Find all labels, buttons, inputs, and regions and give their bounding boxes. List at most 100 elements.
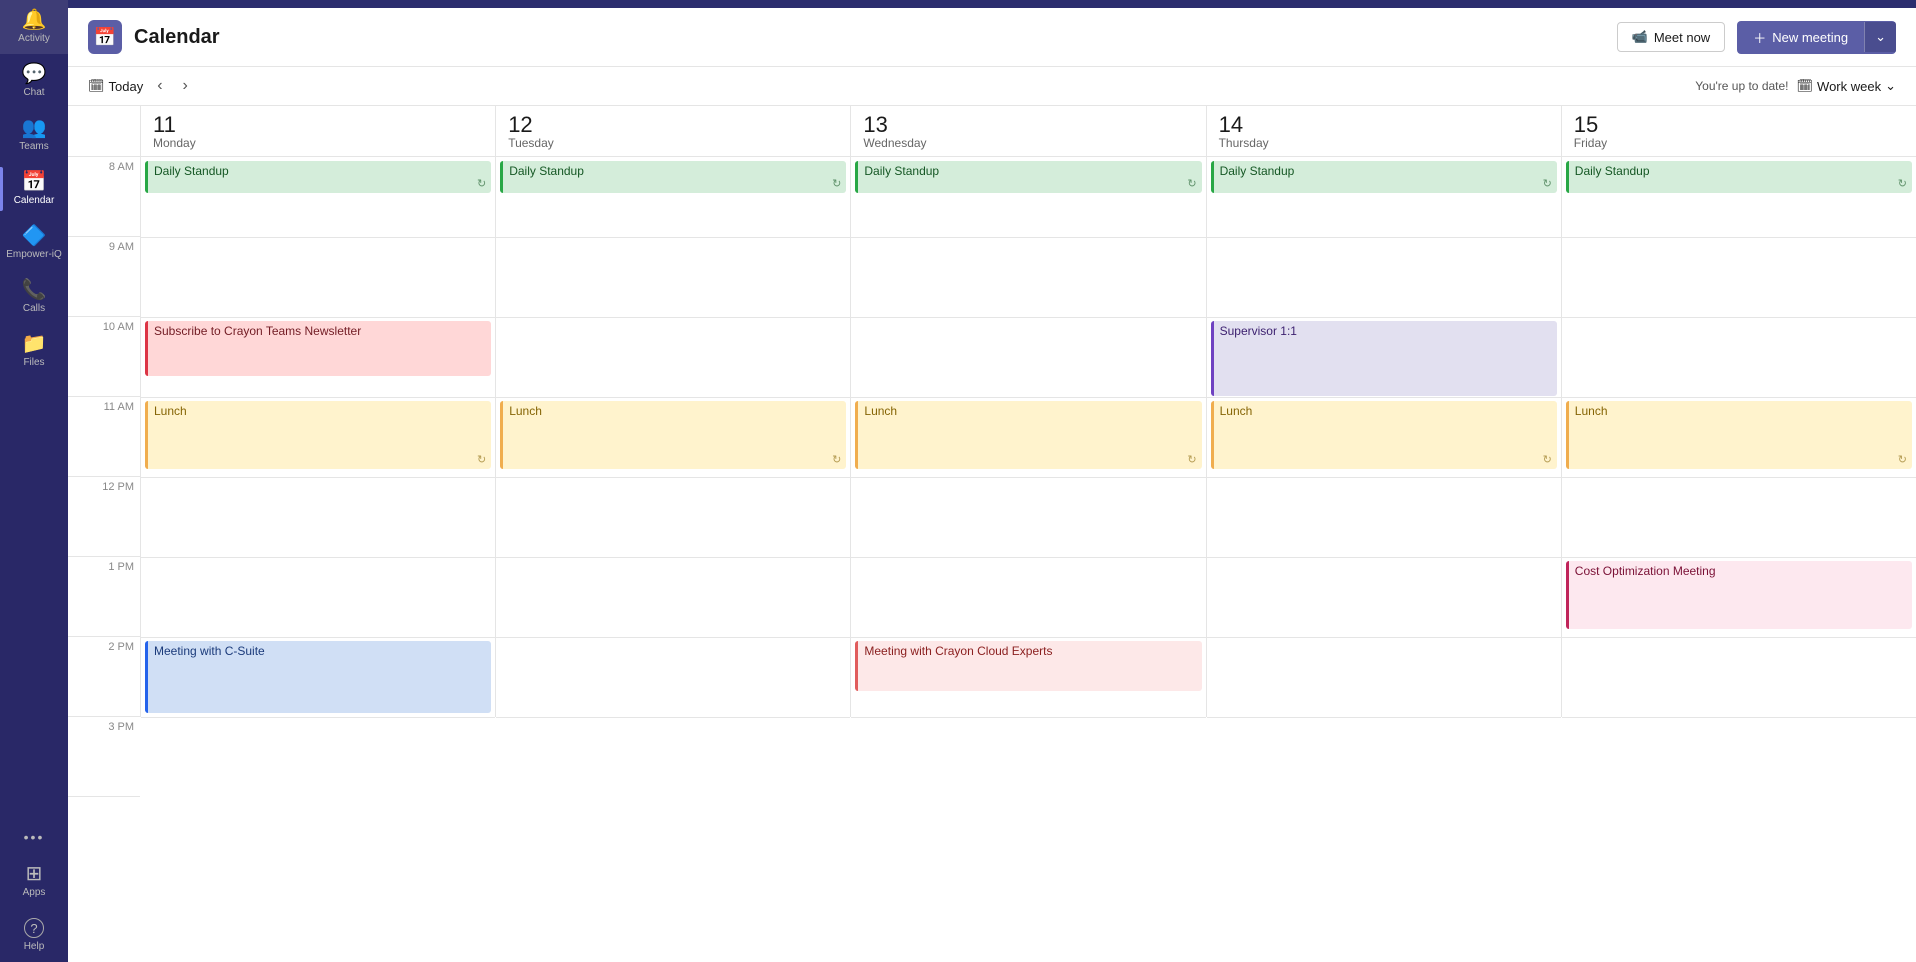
event-lunch-tue[interactable]: Lunch ↻ <box>500 401 846 469</box>
meet-now-button[interactable]: 📹 Meet now <box>1617 22 1726 52</box>
sidebar-item-label: Help <box>24 941 45 952</box>
chat-icon: 💬 <box>22 64 47 84</box>
event-title: Daily Standup <box>1575 164 1650 178</box>
day-header-wed: 13 Wednesday <box>850 106 1205 156</box>
new-meeting-button[interactable]: ＋ New meeting ⌄ <box>1737 21 1896 54</box>
event-title: Cost Optimization Meeting <box>1575 564 1716 578</box>
activity-icon: 🔔 <box>22 10 47 30</box>
event-supervisor-thu[interactable]: Supervisor 1:1 <box>1211 321 1557 396</box>
event-title: Supervisor 1:1 <box>1220 324 1297 338</box>
sidebar-item-activity[interactable]: 🔔 Activity <box>0 0 68 54</box>
event-title: Daily Standup <box>509 164 584 178</box>
sidebar-item-label: Chat <box>23 87 44 98</box>
time-2pm: 2 PM <box>68 637 140 717</box>
sidebar-item-calendar[interactable]: 📅 Calendar <box>0 162 68 216</box>
sidebar-item-more[interactable]: ••• <box>0 820 68 854</box>
help-icon: ? <box>24 918 44 938</box>
time-1pm: 1 PM <box>68 557 140 637</box>
day-col-tue[interactable]: Daily Standup ↻ Lunch ↻ <box>495 157 850 717</box>
sidebar-item-label: Apps <box>23 887 46 898</box>
chevron-down-icon: ⌄ <box>1885 78 1896 94</box>
event-title: Lunch <box>864 404 897 418</box>
files-icon: 📁 <box>22 334 47 354</box>
teams-icon: 👥 <box>22 118 47 138</box>
event-lunch-wed[interactable]: Lunch ↻ <box>855 401 1201 469</box>
main-content: 📅 Calendar 📹 Meet now ＋ New meeting ⌄ 🗓 … <box>68 0 1916 962</box>
event-title: Daily Standup <box>1220 164 1295 178</box>
sidebar-item-label: Files <box>23 357 44 368</box>
event-daily-standup-fri[interactable]: Daily Standup ↻ <box>1566 161 1912 193</box>
calendar-view-icon: 🗓 <box>1797 78 1814 94</box>
event-csuite-mon[interactable]: Meeting with C-Suite <box>145 641 491 713</box>
event-title: Daily Standup <box>864 164 939 178</box>
day-name-fri: Friday <box>1574 136 1904 150</box>
day-num-wed: 13 <box>863 114 1193 136</box>
event-title: Subscribe to Crayon Teams Newsletter <box>154 324 361 338</box>
topbar <box>68 0 1916 8</box>
sidebar-item-empower-iq[interactable]: 🔷 Empower-iQ <box>0 216 68 270</box>
calendar-header: 📅 Calendar 📹 Meet now ＋ New meeting ⌄ <box>68 8 1916 67</box>
event-daily-standup-wed[interactable]: Daily Standup ↻ <box>855 161 1201 193</box>
time-12pm: 12 PM <box>68 477 140 557</box>
event-cost-opt-fri[interactable]: Cost Optimization Meeting <box>1566 561 1912 629</box>
sidebar-item-teams[interactable]: 👥 Teams <box>0 108 68 162</box>
calendar-grid: 11 Monday 12 Tuesday 13 Wednesday 14 Thu… <box>68 106 1916 962</box>
event-lunch-fri[interactable]: Lunch ↻ <box>1566 401 1912 469</box>
day-col-thu[interactable]: Daily Standup ↻ Supervisor 1:1 Lunch ↻ <box>1206 157 1561 717</box>
event-lunch-thu[interactable]: Lunch ↻ <box>1211 401 1557 469</box>
day-num-mon: 11 <box>153 114 483 136</box>
day-col-wed[interactable]: Daily Standup ↻ Lunch ↻ Meeting with Cra… <box>850 157 1205 717</box>
sidebar-item-label: Calendar <box>14 195 55 206</box>
time-9am: 9 AM <box>68 237 140 317</box>
event-daily-standup-mon[interactable]: Daily Standup ↻ <box>145 161 491 193</box>
day-col-fri[interactable]: Daily Standup ↻ Lunch ↻ Cost Optimizatio… <box>1561 157 1916 717</box>
calendar-icon: 📅 <box>22 172 47 192</box>
new-meeting-caret[interactable]: ⌄ <box>1864 22 1896 52</box>
next-button[interactable]: › <box>177 75 194 97</box>
event-title: Lunch <box>1220 404 1253 418</box>
more-icon: ••• <box>24 830 45 844</box>
new-meeting-label: New meeting <box>1772 30 1848 45</box>
recur-icon: ↻ <box>1898 177 1907 190</box>
event-daily-standup-tue[interactable]: Daily Standup ↻ <box>500 161 846 193</box>
day-col-mon[interactable]: Daily Standup ↻ Subscribe to Crayon Team… <box>140 157 495 717</box>
sidebar: 🔔 Activity 💬 Chat 👥 Teams 📅 Calendar 🔷 E… <box>0 0 68 962</box>
calendar-icon-symbol: 📅 <box>94 27 116 48</box>
calendar-nav: 🗓 Today ‹ › You're up to date! 🗓 Work we… <box>68 67 1916 106</box>
camera-icon: 📹 <box>1632 29 1648 45</box>
recur-icon: ↻ <box>1898 453 1907 466</box>
sidebar-item-label: Empower-iQ <box>6 249 62 260</box>
sidebar-item-chat[interactable]: 💬 Chat <box>0 54 68 108</box>
event-subscribe-mon[interactable]: Subscribe to Crayon Teams Newsletter <box>145 321 491 376</box>
day-header-tue: 12 Tuesday <box>495 106 850 156</box>
event-daily-standup-thu[interactable]: Daily Standup ↻ <box>1211 161 1557 193</box>
day-name-thu: Thursday <box>1219 136 1549 150</box>
work-week-button[interactable]: 🗓 Work week ⌄ <box>1797 78 1896 94</box>
sidebar-item-apps[interactable]: ⊞ Apps <box>0 854 68 908</box>
sidebar-item-label: Calls <box>23 303 45 314</box>
sidebar-item-help[interactable]: ? Help <box>0 908 68 962</box>
day-name-tue: Tuesday <box>508 136 838 150</box>
time-3pm: 3 PM <box>68 717 140 797</box>
calls-icon: 📞 <box>22 280 47 300</box>
sidebar-item-label: Activity <box>18 33 50 44</box>
work-week-label: Work week <box>1817 79 1881 94</box>
time-grid: 8 AM 9 AM 10 AM 11 AM 12 PM 1 PM 2 PM 3 … <box>68 157 1916 962</box>
page-title: Calendar <box>134 26 220 49</box>
day-headers: 11 Monday 12 Tuesday 13 Wednesday 14 Thu… <box>68 106 1916 157</box>
time-10am: 10 AM <box>68 317 140 397</box>
time-8am: 8 AM <box>68 157 140 237</box>
meet-now-label: Meet now <box>1654 30 1710 45</box>
prev-button[interactable]: ‹ <box>151 75 168 97</box>
event-crayon-cloud-wed[interactable]: Meeting with Crayon Cloud Experts <box>855 641 1201 691</box>
sidebar-item-calls[interactable]: 📞 Calls <box>0 270 68 324</box>
event-lunch-mon[interactable]: Lunch ↻ <box>145 401 491 469</box>
recur-icon: ↻ <box>477 453 486 466</box>
today-label: Today <box>109 79 144 94</box>
new-meeting-main[interactable]: ＋ New meeting <box>1737 21 1864 54</box>
event-title: Lunch <box>1575 404 1608 418</box>
sidebar-item-files[interactable]: 📁 Files <box>0 324 68 378</box>
event-title: Meeting with Crayon Cloud Experts <box>864 644 1052 658</box>
plus-icon: ＋ <box>1753 28 1766 47</box>
today-button[interactable]: 🗓 Today <box>88 78 143 94</box>
